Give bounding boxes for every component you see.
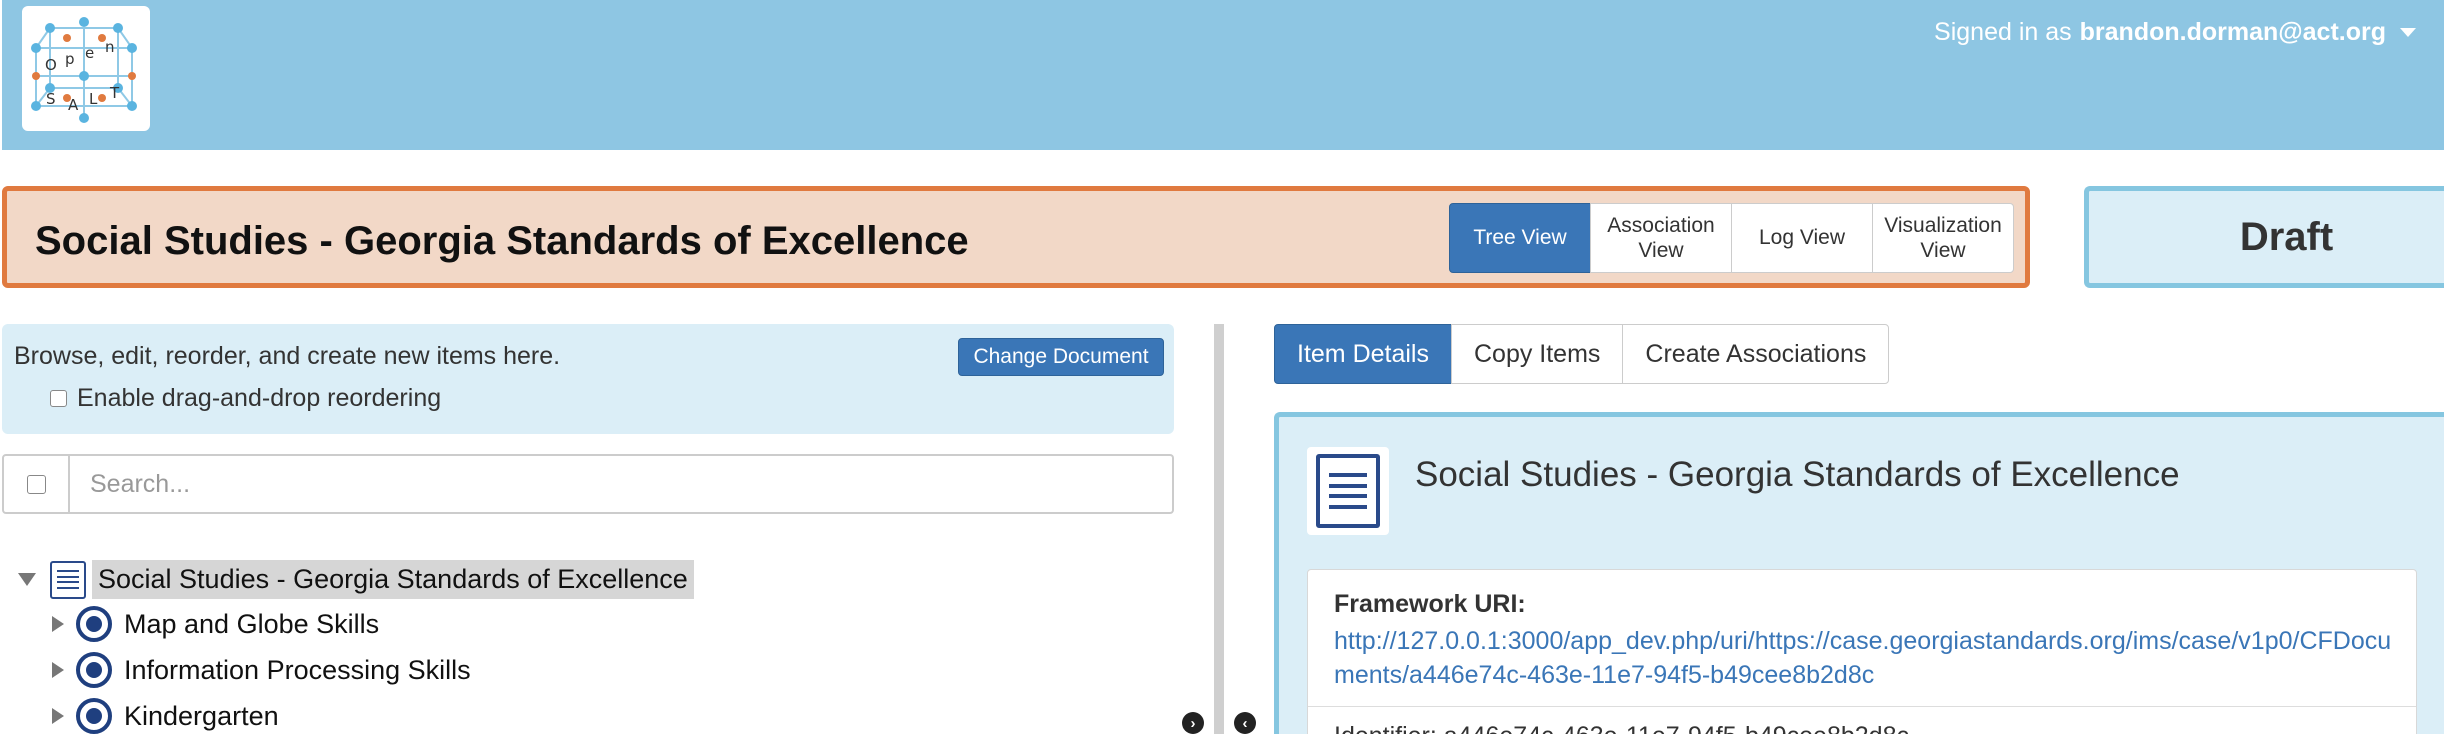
detail-title: Social Studies - Georgia Standards of Ex… [1415,455,2180,494]
tree-info-panel: Browse, edit, reorder, and create new it… [2,324,1174,434]
visualization-view-button[interactable]: Visualization View [1872,203,2014,273]
tree-item[interactable]: Map and Globe Skills [52,606,379,642]
svg-text:O: O [45,56,57,74]
select-all-wrapper [2,454,70,514]
detail-card: Framework URI: http://127.0.0.1:3000/app… [1307,569,2417,734]
tree-view-button[interactable]: Tree View [1449,203,1591,273]
tree-item[interactable]: Information Processing Skills [52,652,471,688]
document-icon-large [1307,447,1389,535]
framework-uri-link[interactable]: http://127.0.0.1:3000/app_dev.php/uri/ht… [1334,624,2404,692]
tree-item-label[interactable]: Map and Globe Skills [124,609,379,640]
expand-icon[interactable] [52,662,64,678]
tree-item-label[interactable]: Information Processing Skills [124,655,471,686]
document-title-bar: Social Studies - Georgia Standards of Ex… [2,186,2030,288]
tab-create-associations[interactable]: Create Associations [1622,324,1890,384]
select-all-checkbox[interactable] [26,474,46,494]
tab-copy-items[interactable]: Copy Items [1450,324,1624,384]
search-row [2,454,1174,514]
identifier-field: Identifier: a446e74c-463e-11e7-94f5-b49c… [1334,722,1909,734]
svg-text:n: n [105,38,115,56]
svg-text:T: T [109,84,120,102]
dnd-toggle[interactable]: Enable drag-and-drop reordering [50,384,441,413]
svg-text:A: A [68,96,79,114]
tree-root[interactable]: Social Studies - Georgia Standards of Ex… [18,560,694,599]
dnd-label: Enable drag-and-drop reordering [77,384,442,412]
signin-prefix: Signed in as [1934,18,2072,46]
status-box: Draft [2084,186,2444,288]
opensalt-logo-graphic: O p e n S A L T [31,17,137,123]
document-icon [1316,454,1380,528]
dnd-checkbox[interactable] [50,390,67,407]
svg-text:S: S [46,90,56,108]
change-document-button[interactable]: Change Document [958,338,1164,376]
expand-icon[interactable] [52,708,64,724]
grouping-icon [76,606,112,642]
view-switcher: Tree View Association View Log View Visu… [1449,203,2014,273]
document-icon [50,560,86,599]
grouping-icon [76,698,112,734]
user-menu[interactable]: Signed in as brandon.dorman@act.org [1934,18,2416,47]
collapse-icon[interactable] [18,573,36,586]
opensalt-logo[interactable]: O p e n S A L T [22,6,150,131]
tree-item-label[interactable]: Kindergarten [124,701,279,732]
grouping-icon [76,652,112,688]
log-view-button[interactable]: Log View [1731,203,1873,273]
info-text: Browse, edit, reorder, and create new it… [14,342,561,370]
svg-text:L: L [89,90,98,108]
detail-tabs: Item Details Copy Items Create Associati… [1274,324,1890,384]
tab-item-details[interactable]: Item Details [1274,324,1452,384]
panel-splitter[interactable] [1214,324,1224,734]
framework-uri-label: Framework URI: [1334,590,1526,618]
chevron-right-icon[interactable]: › [1182,712,1204,734]
search-input[interactable] [70,454,1174,514]
item-details-panel: Social Studies - Georgia Standards of Ex… [1274,412,2444,734]
tree-item[interactable]: Kindergarten [52,698,279,734]
status-badge: Draft [2239,214,2334,259]
expand-icon[interactable] [52,616,64,632]
signin-username: brandon.dorman@act.org [2079,18,2386,46]
caret-down-icon [2400,28,2416,37]
divider [1308,706,2416,707]
chevron-left-icon[interactable]: ‹ [1234,712,1256,734]
svg-text:p: p [65,50,75,68]
document-title: Social Studies - Georgia Standards of Ex… [35,219,969,263]
svg-text:e: e [85,44,94,62]
tree-root-label[interactable]: Social Studies - Georgia Standards of Ex… [92,560,694,599]
top-navbar: O p e n S A L T Signed in as brandon.dor… [2,0,2444,150]
association-view-button[interactable]: Association View [1590,203,1732,273]
